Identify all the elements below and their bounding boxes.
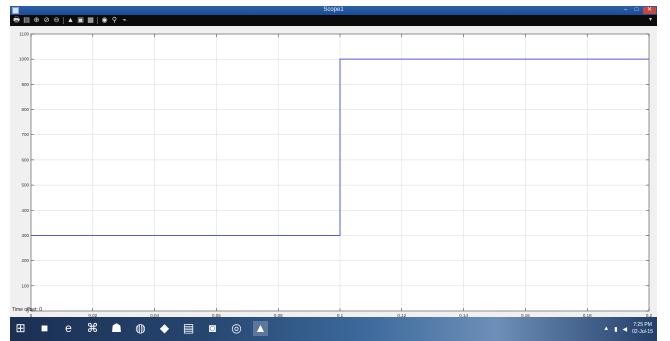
zoom-x-icon[interactable]: ⊘ [43, 17, 50, 24]
wizard-app-icon[interactable]: ☗ [109, 321, 124, 336]
show-hidden-icons-icon[interactable]: ▲ [603, 326, 609, 333]
firefox-icon[interactable]: ◍ [133, 321, 148, 336]
y-tick-label: 900 [21, 82, 29, 87]
autoscale-icon[interactable]: ▲ [67, 17, 74, 24]
restore-axes-icon[interactable]: ▦ [87, 17, 94, 24]
scope-plot: 0 0.02 0.04 0.06 0.08 0.1 0.12 0.14 0.16 0.18 0.20… [19, 32, 653, 318]
file-explorer-icon[interactable]: ■ [37, 321, 52, 336]
media-player-icon[interactable]: ◆ [157, 321, 172, 336]
system-tray: ▲ ▮ ◀ 7:25 PM 02-Jul-15 [603, 319, 653, 339]
y-tick-label: 1100 [19, 32, 29, 37]
maximize-button[interactable]: □ [632, 7, 641, 14]
window-title: Scope1 [323, 7, 344, 13]
y-tick-label: 100 [21, 283, 29, 288]
notepad-icon[interactable]: ▤ [181, 321, 196, 336]
window-title-bar[interactable]: Scope1 – □ ✕ [10, 6, 657, 15]
network-tray-icon[interactable]: ▮ [614, 326, 617, 333]
zoom-y-icon[interactable]: ⊖ [53, 17, 60, 24]
parameters-icon[interactable]: ▤ [23, 17, 30, 24]
y-tick-label: 1000 [19, 57, 30, 62]
y-tick-label: 600 [21, 157, 29, 162]
scope-plot-area: 0 0.02 0.04 0.06 0.08 0.1 0.12 0.14 0.16 0.18 0.2 0… [10, 26, 657, 317]
word-app-icon[interactable]: ◙ [205, 321, 220, 336]
close-button[interactable]: ✕ [643, 7, 656, 14]
volume-tray-icon[interactable]: ◀ [623, 326, 628, 333]
lock-axes-icon[interactable]: ⚲ [111, 17, 118, 24]
y-tick-label: 700 [21, 132, 29, 137]
internet-explorer-icon[interactable]: e [61, 321, 76, 336]
y-tick-label: 200 [21, 258, 29, 263]
toolbar-separator [63, 17, 64, 24]
toolbar-separator [97, 17, 98, 24]
print-icon[interactable]: 🖶 [13, 17, 20, 24]
save-axes-icon[interactable]: ▣ [77, 17, 84, 24]
floating-scope-icon[interactable]: ◉ [101, 17, 108, 24]
toolbar-overflow-icon[interactable]: ▾ [649, 17, 652, 24]
screen: Scope1 – □ ✕ 🖶 ▤ ⊕ ⊘ ⊖ ▲ ▣ ▦ ◉ ⚲ ⌁ ▾ 0 0.02 0.04 0.06… [0, 0, 670, 341]
y-tick-label: 800 [21, 107, 29, 112]
zoom-icon[interactable]: ⊕ [33, 17, 40, 24]
signal-selector-icon[interactable]: ⌁ [121, 17, 128, 24]
clock-date: 02-Jul-15 [632, 329, 653, 335]
minimize-button[interactable]: – [621, 7, 630, 14]
taskbar: ⊞ ■ e ⌘ ☗ ◍ ◆ ▤ ◙ ◎ ▲ ▲ ▮ ◀ 7:25 PM 02-Jul-15 [10, 317, 657, 341]
y-tick-label: 400 [21, 208, 29, 213]
opera-icon[interactable]: ◎ [229, 321, 244, 336]
start-button-icon[interactable]: ⊞ [13, 321, 28, 336]
network-app-icon[interactable]: ⌘ [85, 321, 100, 336]
time-offset-label: Time offset: 0 [12, 307, 43, 313]
y-tick-label: 300 [21, 233, 29, 238]
scope-toolbar: 🖶 ▤ ⊕ ⊘ ⊖ ▲ ▣ ▦ ◉ ⚲ ⌁ ▾ [10, 15, 657, 26]
y-tick-label: 500 [21, 183, 29, 188]
taskbar-clock[interactable]: 7:25 PM 02-Jul-15 [632, 322, 653, 336]
matlab-icon[interactable]: ▲ [253, 321, 268, 336]
clock-time: 7:25 PM [633, 322, 652, 328]
